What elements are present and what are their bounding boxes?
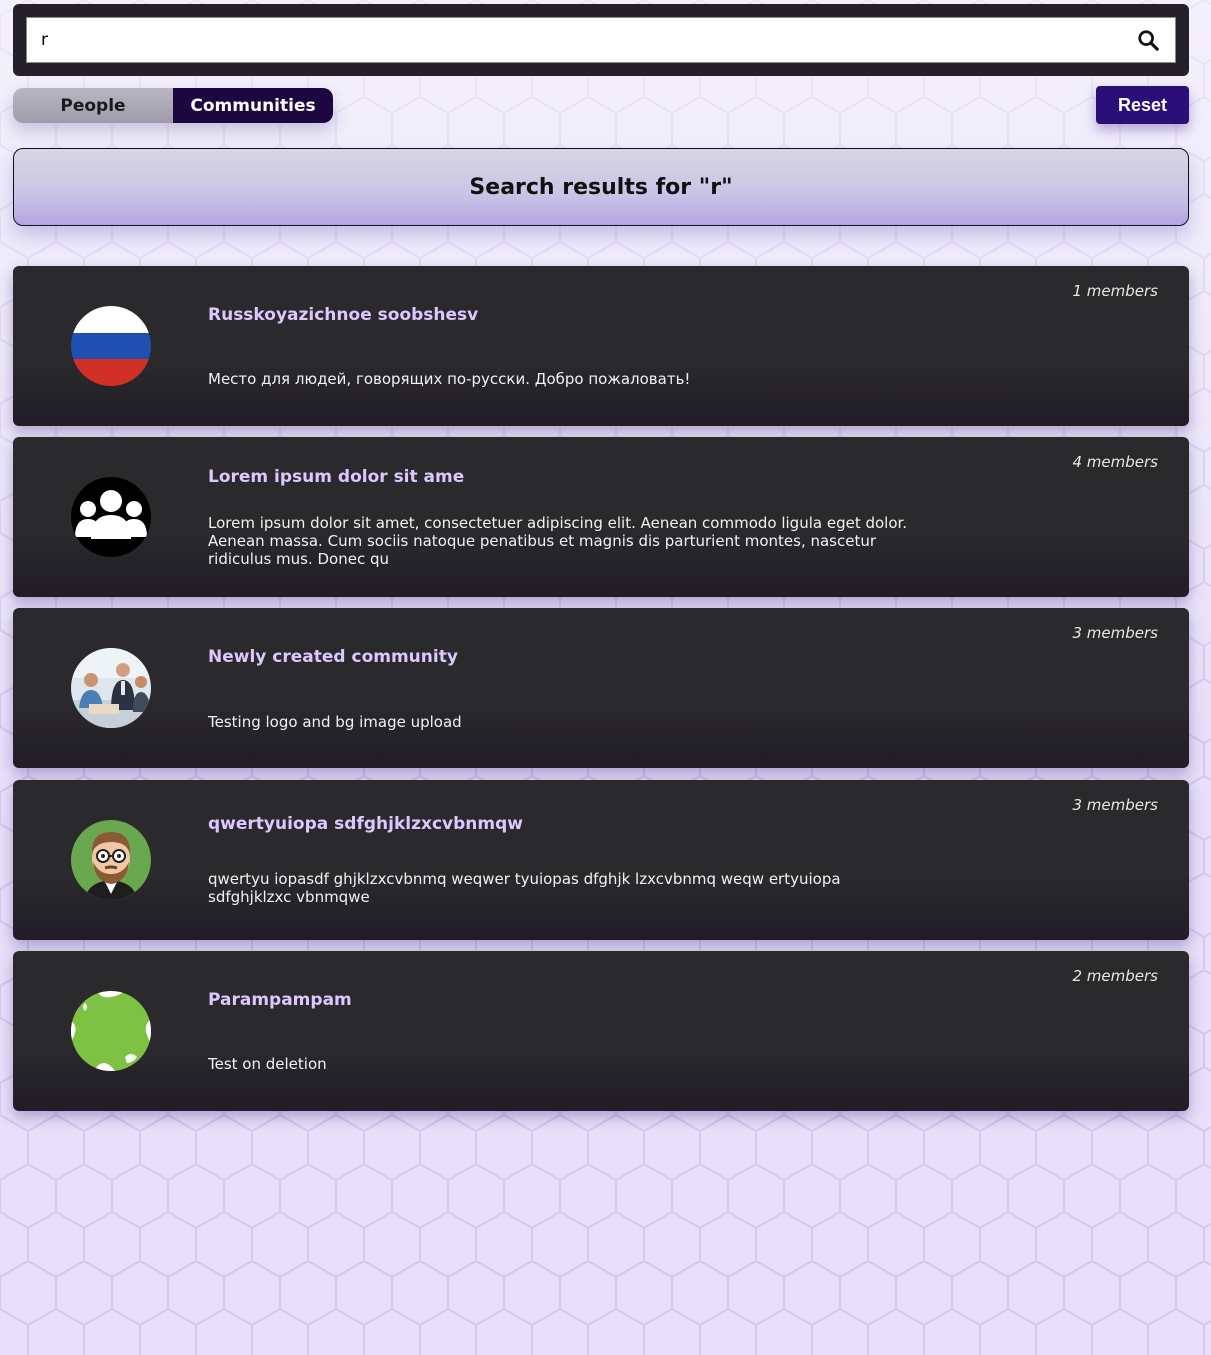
community-name[interactable]: Parampampam: [208, 990, 352, 1010]
community-card[interactable]: Parampampam Test on deletion 2 members: [13, 951, 1189, 1111]
community-card[interactable]: Russkoyazichnoe soobshesv Место для люде…: [13, 266, 1189, 426]
community-description: Testing logo and bg image upload: [208, 713, 462, 731]
tab-communities[interactable]: Communities: [173, 88, 333, 123]
community-card[interactable]: qwertyuiopa sdfghjklzxcvbnmqw qwertyu io…: [13, 780, 1189, 940]
member-count: 3 members: [1072, 796, 1159, 814]
community-description: Lorem ipsum dolor sit amet, consectetuer…: [208, 514, 908, 568]
results-header: Search results for "r": [13, 148, 1189, 226]
community-card[interactable]: Newly created community Testing logo and…: [13, 608, 1189, 768]
russia-flag-icon: [71, 306, 151, 386]
member-count: 4 members: [1072, 453, 1159, 471]
community-description: Место для людей, говорящих по-русски. До…: [208, 370, 691, 388]
member-count: 3 members: [1072, 624, 1159, 642]
bearded-man-avatar: [71, 820, 151, 900]
community-name[interactable]: Lorem ipsum dolor sit ame: [208, 467, 464, 487]
green-globe-icon: [71, 991, 151, 1071]
community-description: Test on deletion: [208, 1055, 327, 1073]
search-input[interactable]: [26, 17, 1176, 63]
search-icon[interactable]: [1137, 29, 1159, 51]
search-bar: [13, 4, 1189, 76]
results-title: Search results for "r": [469, 174, 733, 200]
group-icon: [71, 477, 151, 557]
search-type-toggle: People Communities: [13, 88, 333, 123]
community-description: qwertyu iopasdf ghjklzxcvbnmq weqwer tyu…: [208, 870, 841, 906]
community-name[interactable]: Newly created community: [208, 647, 458, 667]
tab-people[interactable]: People: [13, 88, 173, 123]
community-card[interactable]: Lorem ipsum dolor sit ame Lorem ipsum do…: [13, 437, 1189, 597]
business-people-photo: [71, 648, 151, 728]
reset-button[interactable]: Reset: [1096, 86, 1189, 124]
community-name[interactable]: qwertyuiopa sdfghjklzxcvbnmqw: [208, 814, 523, 834]
member-count: 2 members: [1072, 967, 1159, 985]
member-count: 1 members: [1072, 282, 1159, 300]
community-name[interactable]: Russkoyazichnoe soobshesv: [208, 305, 478, 325]
